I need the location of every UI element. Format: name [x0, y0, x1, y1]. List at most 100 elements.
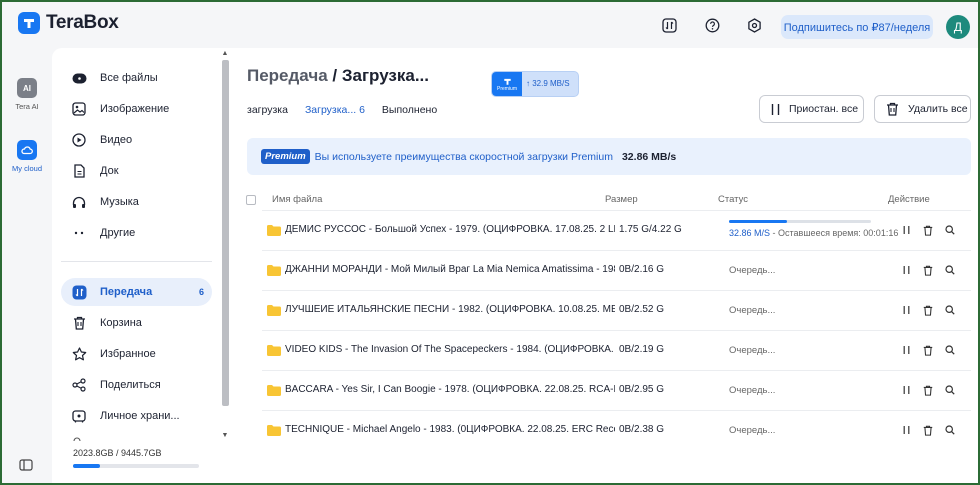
download-progress: 32.86 M/S - Оставшееся время: 00:01:16 [729, 220, 898, 238]
search-icon[interactable] [939, 383, 961, 397]
image-icon [71, 101, 87, 117]
search-icon[interactable] [939, 303, 961, 317]
sidebar-item-label: Док [100, 165, 119, 177]
sidebar-item-other[interactable]: Другие [61, 219, 212, 247]
all-files-icon [71, 70, 87, 86]
progress-fill [729, 220, 788, 223]
tab-completed[interactable]: Выполнено [382, 104, 437, 116]
tab-upload[interactable]: загрузка [247, 104, 288, 116]
premium-banner: Premium Вы используете преимущества скор… [247, 138, 971, 175]
file-name[interactable]: ЛУЧШЕИЕ ИТАЛЬЯНСКИЕ ПЕСНИ - 1982. (ОЦИФР… [285, 304, 615, 315]
scroll-up-arrow-icon[interactable]: ▲ [221, 50, 229, 57]
remaining-time: - Оставшееся время: 00:01:16 [770, 228, 899, 238]
search-icon[interactable] [939, 263, 961, 277]
pause-all-label: Приостан. все [789, 103, 859, 115]
file-name[interactable]: TECHNIQUE - Michael Angelo - 1983. (0ЦИФ… [285, 424, 615, 435]
folder-icon [267, 385, 281, 399]
table-row[interactable]: ДЖАННИ МОРАНДИ - Мой Милый Враг La Mia N… [262, 250, 971, 290]
file-name[interactable]: VIDEO KIDS - The Invasion Of The Spacepe… [285, 344, 615, 355]
queue-status: Очередь... [729, 305, 776, 316]
pause-icon[interactable] [895, 343, 917, 357]
row-actions [895, 303, 961, 317]
file-name[interactable]: ДЕМИС РУССОС - Большой Успех - 1979. (ОЦ… [285, 224, 615, 235]
top-header: TeraBox Подпишитесь по ₽87/неделя Д [2, 2, 978, 48]
subscribe-button[interactable]: Подпишитесь по ₽87/неделя [781, 15, 933, 39]
sidebar-item-label: Видео [100, 134, 133, 146]
sidebar-item-all-files[interactable]: Все файлы [61, 64, 212, 92]
table-row[interactable]: TECHNIQUE - Michael Angelo - 1983. (0ЦИФ… [262, 410, 971, 450]
row-actions [895, 383, 961, 397]
sidebar-item-images[interactable]: Изображение [61, 95, 212, 123]
trash-icon[interactable] [917, 263, 939, 277]
help-icon[interactable] [704, 17, 720, 33]
rail-label: Tera AI [15, 102, 39, 111]
transfer-icon[interactable] [661, 17, 677, 33]
sidebar-item-label: Другие [100, 227, 136, 239]
premium-badge: Premium [492, 72, 522, 96]
app-rail: AI Tera AI My cloud [2, 48, 52, 483]
brand-logo[interactable]: TeraBox [18, 12, 119, 34]
sidebar-item-favorites[interactable]: Избранное [61, 340, 212, 368]
delete-all-button[interactable]: Удалить все [874, 95, 971, 123]
sidebar-item-share[interactable]: Поделиться [61, 371, 212, 399]
row-actions [895, 423, 961, 437]
ai-icon: AI [17, 78, 37, 98]
app-window: TeraBox Подпишитесь по ₽87/неделя Д AI T… [0, 0, 980, 485]
settings-icon[interactable] [746, 17, 762, 33]
search-icon[interactable] [939, 423, 961, 437]
sidebar-item-label: Изображение [100, 103, 170, 115]
trash-icon[interactable] [917, 303, 939, 317]
pause-icon[interactable] [895, 263, 917, 277]
sidebar-item-vault[interactable]: Личное храни... [61, 402, 212, 430]
rail-item-tera-ai[interactable]: AI Tera AI [2, 78, 52, 111]
select-all-checkbox[interactable] [246, 195, 256, 205]
file-name[interactable]: ДЖАННИ МОРАНДИ - Мой Милый Враг La Mia N… [285, 264, 615, 275]
sidebar-divider [61, 261, 212, 262]
transfer-count-badge: 6 [198, 287, 204, 297]
sidebar-toggle-icon[interactable] [19, 459, 33, 474]
sidebar-item-label: Поделиться [100, 379, 161, 391]
trash-icon[interactable] [917, 383, 939, 397]
sidebar-item-trash[interactable]: Корзина [61, 309, 212, 337]
pause-icon[interactable] [895, 303, 917, 317]
progress-bar [729, 220, 871, 223]
premium-speed-chip[interactable]: Premium ↑ 32.9 MB/S [491, 71, 579, 97]
video-icon [71, 132, 87, 148]
trash-icon[interactable] [917, 343, 939, 357]
tab-downloading[interactable]: Загрузка... 6 [305, 104, 365, 116]
search-icon[interactable] [939, 343, 961, 357]
sidebar-item-transfer[interactable]: Передача 6 [61, 278, 212, 306]
search-icon[interactable] [939, 223, 961, 237]
table-row[interactable]: BACCARA - Yes Sir, I Can Boogie - 1978. … [262, 370, 971, 410]
table-row[interactable]: VIDEO KIDS - The Invasion Of The Spacepe… [262, 330, 971, 370]
row-actions [895, 263, 961, 277]
avatar[interactable]: Д [946, 15, 970, 39]
pause-icon[interactable] [895, 223, 917, 237]
sidebar-item-music[interactable]: Музыка [61, 188, 212, 216]
file-size: 0B/2.38 G [619, 424, 665, 435]
table-row[interactable]: ДЕМИС РУССОС - Большой Успех - 1979. (ОЦ… [262, 210, 971, 250]
column-header-name[interactable]: Имя файла [272, 194, 322, 205]
trash-icon[interactable] [917, 423, 939, 437]
pause-icon[interactable] [895, 383, 917, 397]
folder-icon [267, 225, 281, 239]
file-size: 0B/2.52 G [619, 304, 665, 315]
table-row[interactable]: ЛУЧШЕИЕ ИТАЛЬЯНСКИЕ ПЕСНИ - 1982. (ОЦИФР… [262, 290, 971, 330]
scroll-down-arrow-icon[interactable]: ▼ [221, 432, 229, 439]
pause-icon[interactable] [895, 423, 917, 437]
sidebar-item-label: Корзина [100, 317, 142, 329]
scroll-thumb[interactable] [222, 60, 229, 406]
column-header-size[interactable]: Размер [605, 194, 638, 205]
sidebar-item-docs[interactable]: Док [61, 157, 212, 185]
folder-icon [267, 425, 281, 439]
pause-all-button[interactable]: Приостан. все [759, 95, 864, 123]
queue-status: Очередь... [729, 345, 776, 356]
file-name[interactable]: BACCARA - Yes Sir, I Can Boogie - 1978. … [285, 384, 615, 395]
sidebar-scrollbar[interactable]: ▲ ▼ [221, 50, 229, 440]
brand-name: TeraBox [46, 12, 119, 33]
breadcrumb-parent[interactable]: Передача [247, 66, 328, 85]
rail-item-my-cloud[interactable]: My cloud [2, 140, 52, 173]
sidebar-item-video[interactable]: Видео [61, 126, 212, 154]
trash-icon[interactable] [917, 223, 939, 237]
premium-chip-label: Premium [496, 85, 517, 92]
